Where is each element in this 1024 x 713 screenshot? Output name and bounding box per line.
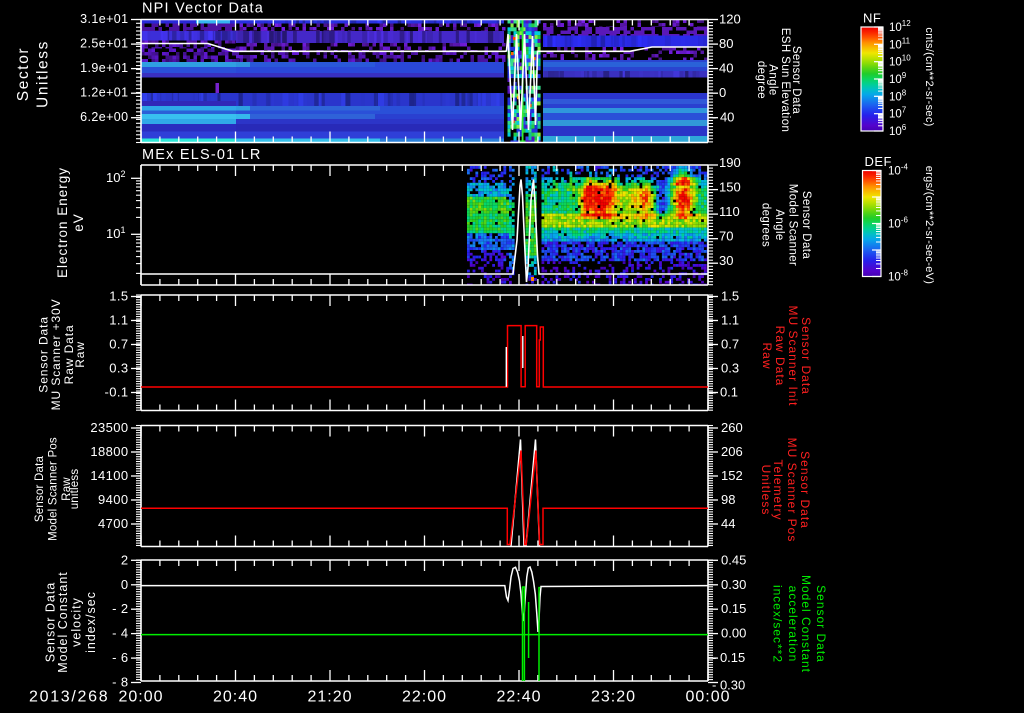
svg-text:degrees: degrees [760, 203, 772, 247]
svg-text:98: 98 [721, 492, 735, 507]
svg-text:MU Scanner Init: MU Scanner Init [786, 305, 800, 406]
svg-text:23:20: 23:20 [591, 689, 636, 706]
svg-text:Raw: Raw [760, 342, 774, 369]
svg-text:- 40: - 40 [712, 110, 734, 125]
svg-text:Angle: Angle [773, 209, 785, 240]
svg-text:incex/sec**2: incex/sec**2 [771, 585, 785, 663]
svg-text:- 8: - 8 [112, 675, 128, 690]
svg-text:-0.1: -0.1 [104, 385, 128, 400]
svg-text:22:40: 22:40 [496, 689, 541, 706]
svg-text:14100: 14100 [90, 468, 128, 483]
svg-text:- 0.15: - 0.15 [712, 650, 745, 665]
svg-text:Angle: Angle [767, 64, 779, 95]
svg-text:Sector: Sector [15, 47, 32, 101]
svg-text:206: 206 [721, 444, 743, 459]
svg-text:1.2e+01: 1.2e+01 [80, 86, 128, 100]
svg-text:6.2e+00: 6.2e+00 [80, 110, 128, 124]
svg-text:- 6: - 6 [112, 650, 128, 665]
svg-text:degree: degree [755, 61, 767, 99]
svg-text:2.5e+01: 2.5e+01 [80, 37, 128, 51]
svg-text:152: 152 [721, 468, 743, 483]
svg-text:4700: 4700 [98, 516, 129, 531]
svg-text:120: 120 [719, 12, 741, 27]
svg-text:190: 190 [719, 155, 741, 170]
svg-text:MU Scanner Pos: MU Scanner Pos [785, 438, 799, 543]
svg-text:Model Constant: Model Constant [56, 571, 70, 673]
svg-text:0.7: 0.7 [721, 337, 739, 352]
svg-text:Sensor Data: Sensor Data [798, 451, 812, 529]
svg-text:40: 40 [719, 61, 733, 76]
svg-text:Sensor Data: Sensor Data [814, 585, 828, 663]
svg-text:eV: eV [71, 213, 86, 232]
svg-text:Raw Data: Raw Data [773, 326, 787, 387]
svg-text:2: 2 [121, 552, 129, 567]
svg-text:20:40: 20:40 [213, 689, 258, 706]
svg-text:0.15: 0.15 [721, 601, 746, 616]
svg-text:18800: 18800 [90, 444, 128, 459]
svg-text:1.9e+01: 1.9e+01 [80, 61, 128, 75]
svg-text:Unitless: Unitless [759, 465, 773, 516]
svg-text:acceleration: acceleration [786, 586, 800, 663]
svg-text:260: 260 [721, 420, 743, 435]
svg-text:ESH Sun Elevation: ESH Sun Elevation [779, 28, 791, 133]
svg-text:unitless: unitless [69, 469, 81, 510]
svg-text:0: 0 [719, 85, 726, 100]
svg-text:index/sec: index/sec [84, 591, 98, 653]
svg-text:Raw: Raw [73, 341, 87, 368]
svg-text:Model Constant: Model Constant [799, 575, 813, 673]
svg-text:23500: 23500 [90, 420, 128, 435]
svg-text:2013/268: 2013/268 [29, 689, 109, 706]
svg-text:150: 150 [719, 180, 741, 195]
svg-text:0.3: 0.3 [109, 361, 128, 376]
svg-text:Unitless: Unitless [35, 40, 52, 108]
svg-text:- 0.1: - 0.1 [712, 385, 738, 400]
svg-text:Electron Energy: Electron Energy [55, 167, 70, 278]
svg-text:MEx ELS-01 LR: MEx ELS-01 LR [142, 147, 262, 163]
svg-text:1.5: 1.5 [109, 289, 128, 304]
svg-text:0.00: 0.00 [721, 626, 746, 641]
svg-text:0.30: 0.30 [721, 577, 746, 592]
svg-text:80: 80 [719, 36, 733, 51]
svg-text:00:00: 00:00 [685, 689, 730, 706]
svg-text:1.1: 1.1 [721, 313, 739, 328]
svg-text:20:00: 20:00 [118, 689, 163, 706]
svg-text:Sensor Data: Sensor Data [800, 191, 812, 260]
svg-text:MU Scanner +30V: MU Scanner +30V [49, 298, 63, 410]
svg-text:NPI Vector Data: NPI Vector Data [142, 1, 264, 17]
svg-text:0.3: 0.3 [721, 361, 739, 376]
svg-text:Sensor Data: Sensor Data [799, 317, 813, 395]
svg-text:1.5: 1.5 [721, 289, 739, 304]
svg-text:1.1: 1.1 [109, 313, 128, 328]
svg-text:3.1e+01: 3.1e+01 [80, 12, 128, 26]
svg-text:cnts/(cm**2-sr-sec): cnts/(cm**2-sr-sec) [923, 27, 935, 126]
svg-text:velocity: velocity [70, 597, 84, 647]
svg-text:Model Scanner: Model Scanner [787, 184, 799, 267]
svg-text:ergs/(cm**2-sr-sec-eV): ergs/(cm**2-sr-sec-eV) [923, 166, 935, 284]
svg-text:NF: NF [863, 11, 881, 26]
svg-text:110: 110 [719, 204, 740, 219]
svg-text:0.7: 0.7 [109, 337, 128, 352]
svg-text:22:00: 22:00 [402, 689, 447, 706]
svg-text:0.45: 0.45 [721, 552, 746, 567]
svg-text:30: 30 [719, 253, 733, 268]
svg-text:- 2: - 2 [112, 601, 128, 616]
svg-text:0: 0 [121, 577, 129, 592]
svg-text:21:20: 21:20 [307, 689, 352, 706]
svg-text:- 4: - 4 [112, 626, 128, 641]
svg-text:44: 44 [721, 516, 735, 531]
svg-text:Sensor Data: Sensor Data [34, 456, 46, 523]
svg-text:Model Scanner Pos: Model Scanner Pos [48, 437, 60, 541]
svg-text:70: 70 [719, 229, 733, 244]
svg-text:9400: 9400 [98, 492, 129, 507]
